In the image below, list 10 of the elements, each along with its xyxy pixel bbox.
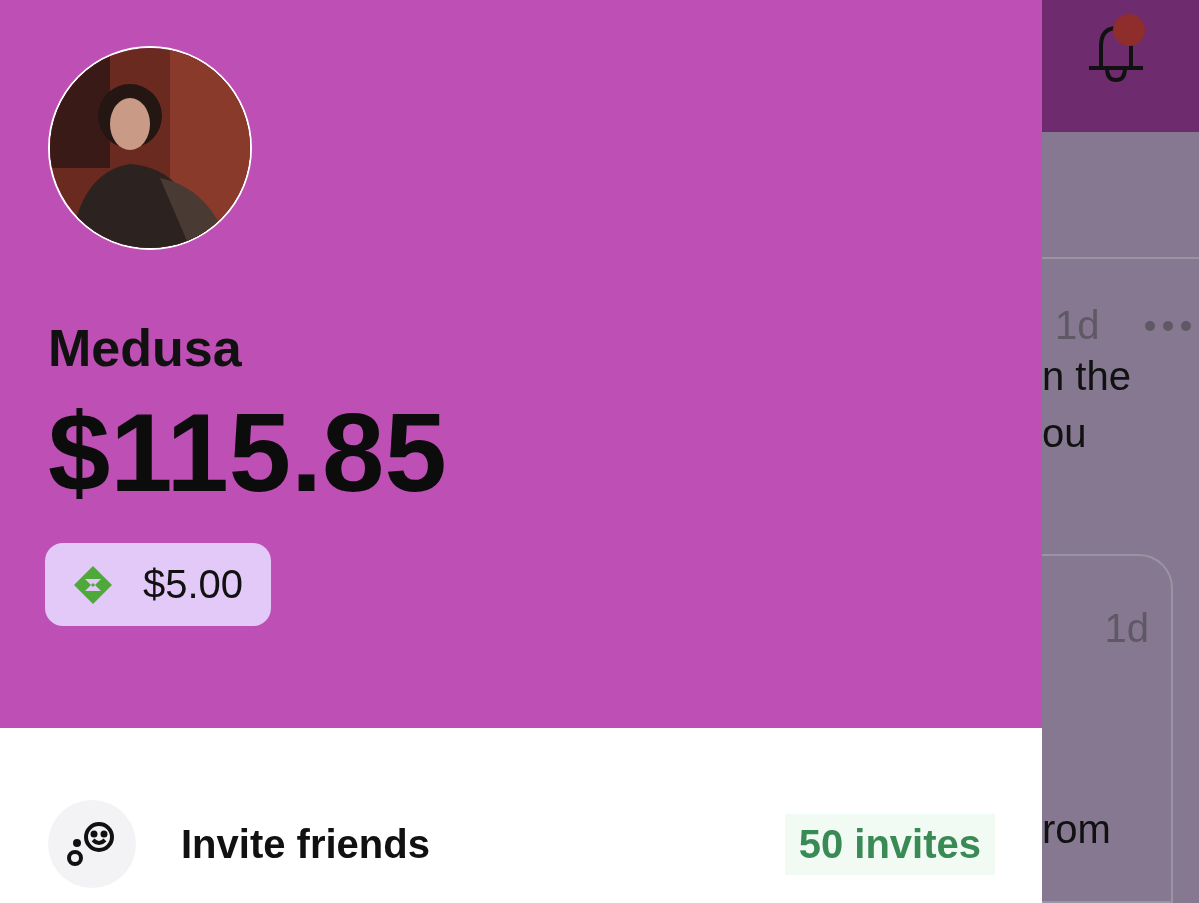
post-text: rom [1042,806,1112,853]
menu-label[interactable]: Invite friends [181,821,785,867]
invites-count: 50 invites [784,813,995,875]
user-name: Medusa [48,320,243,378]
credit-button[interactable]: $5.00 [45,543,272,627]
post-text: n the [1042,353,1132,400]
post-text: ou [1042,410,1088,457]
balance-amount: $115.85 [48,397,448,510]
diamond-icon [73,564,113,605]
more-icon[interactable] [1143,319,1192,332]
